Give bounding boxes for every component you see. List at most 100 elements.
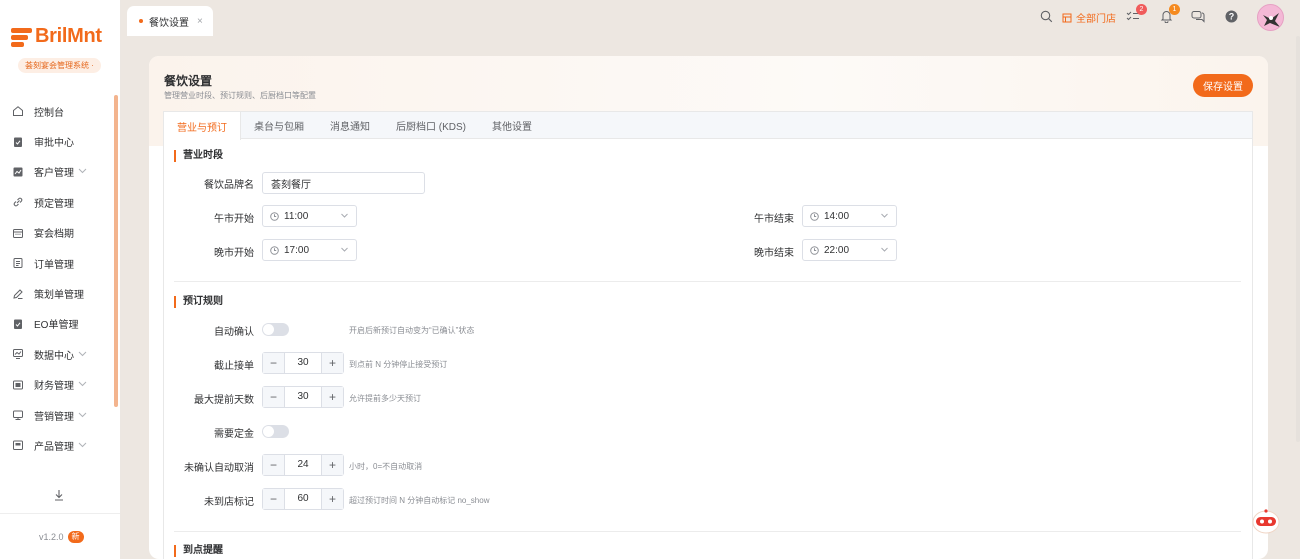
section-divider [174, 281, 1241, 282]
sidebar-item-schedule[interactable]: 宴会档期 [0, 218, 113, 248]
pen-icon [11, 287, 24, 300]
clock-icon [810, 211, 819, 221]
store-label: 全部门店 [1076, 14, 1116, 25]
sidebar: BrilMnt 荟刻宴会管理系统 · 控制台 审批中心 客户管理 预定管理 宴会… [0, 0, 121, 559]
increment-button[interactable]: + [321, 353, 343, 373]
page-scrollbar[interactable] [1296, 36, 1300, 442]
sidebar-item-customers[interactable]: 客户管理 [0, 157, 113, 187]
sidebar-item-label: EO单管理 [34, 320, 79, 332]
sidebar-scrollbar[interactable] [114, 95, 118, 407]
chevron-down-icon [880, 211, 889, 220]
assistant-bot-icon[interactable] [1250, 507, 1282, 535]
chevron-down-icon [340, 211, 349, 220]
max-days-stepper[interactable]: − 30 + [262, 386, 344, 408]
lunch-start-value: 11:00 [284, 210, 309, 222]
decrement-button[interactable]: − [263, 353, 285, 373]
lunch-start-label: 午市开始 [214, 214, 254, 225]
sidebar-item-approval[interactable]: 审批中心 [0, 126, 113, 156]
chevron-down-icon [78, 440, 87, 451]
sidebar-item-label: 宴会档期 [34, 229, 74, 241]
page-title: 餐饮设置 [164, 74, 213, 88]
link-icon [11, 196, 24, 209]
sidebar-item-reservations[interactable]: 预定管理 [0, 187, 113, 217]
auto-cancel-value[interactable]: 24 [285, 455, 321, 475]
increment-button[interactable]: + [321, 489, 343, 509]
tab-business-booking[interactable]: 营业与预订 [164, 112, 241, 140]
lunch-end-picker[interactable]: 14:00 [802, 205, 897, 227]
tab-catering-settings[interactable]: 餐饮设置 × [127, 6, 213, 36]
max-days-value[interactable]: 30 [285, 387, 321, 407]
active-dot-icon [139, 19, 143, 23]
brand-logo[interactable]: BrilMnt [11, 25, 102, 48]
lunch-start-picker[interactable]: 11:00 [262, 205, 357, 227]
tab-other[interactable]: 其他设置 [479, 112, 545, 139]
chevron-down-icon [78, 379, 87, 390]
sidebar-divider [0, 513, 120, 514]
sidebar-item-orders[interactable]: 订单管理 [0, 248, 113, 278]
decrement-button[interactable]: − [263, 387, 285, 407]
task-count-badge: 2 [1136, 4, 1147, 15]
lunch-end-value: 14:00 [824, 210, 850, 222]
tab-notifications[interactable]: 消息通知 [317, 112, 383, 139]
no-show-stepper[interactable]: − 60 + [262, 488, 344, 510]
dinner-start-value: 17:00 [284, 244, 310, 256]
close-icon[interactable]: × [197, 16, 203, 27]
cutoff-value[interactable]: 30 [285, 353, 321, 373]
notify-count-badge: 1 [1169, 4, 1180, 15]
deposit-toggle[interactable] [262, 425, 289, 438]
auto-confirm-toggle[interactable] [262, 323, 289, 336]
decrement-button[interactable]: − [263, 489, 285, 509]
cutoff-stepper[interactable]: − 30 + [262, 352, 344, 374]
store-icon [1062, 13, 1072, 23]
increment-button[interactable]: + [321, 455, 343, 475]
cutoff-hint: 到点前 N 分钟停止接受预订 [349, 360, 448, 369]
auto-cancel-label: 未确认自动取消 [184, 463, 254, 474]
clipboard-check-icon [11, 135, 24, 148]
deposit-label: 需要定金 [214, 429, 254, 440]
sidebar-item-data-center[interactable]: 数据中心 [0, 339, 113, 369]
bell-icon[interactable]: 1 [1158, 4, 1180, 24]
sidebar-item-marketing[interactable]: 营销管理 [0, 400, 113, 430]
save-settings-button[interactable]: 保存设置 [1193, 74, 1253, 97]
chart-board-icon [11, 348, 24, 361]
sidebar-item-label: 控制台 [34, 107, 64, 119]
chevron-down-icon [340, 245, 349, 254]
sidebar-item-finance[interactable]: 财务管理 [0, 370, 113, 400]
sidebar-item-label: 营销管理 [34, 411, 74, 423]
sidebar-item-planning[interactable]: 策划单管理 [0, 278, 113, 308]
clock-icon [810, 245, 819, 255]
clock-icon [270, 245, 279, 255]
dinner-end-picker[interactable]: 22:00 [802, 239, 897, 261]
no-show-label: 未到店标记 [204, 497, 254, 508]
sidebar-item-label: 财务管理 [34, 381, 74, 393]
chat-icon[interactable] [1190, 8, 1206, 24]
dinner-start-picker[interactable]: 17:00 [262, 239, 357, 261]
no-show-value[interactable]: 60 [285, 489, 321, 509]
decrement-button[interactable]: − [263, 455, 285, 475]
chevron-down-icon [880, 245, 889, 254]
download-icon[interactable] [52, 488, 66, 502]
clock-icon [270, 211, 279, 221]
store-selector[interactable]: 全部门店 [1062, 10, 1116, 25]
increment-button[interactable]: + [321, 387, 343, 407]
section-title-arrival-reminder: 到点提醒 [174, 545, 223, 557]
max-days-label: 最大提前天数 [194, 395, 254, 406]
dinner-end-value: 22:00 [824, 244, 850, 256]
auto-cancel-hint: 小时，0=不自动取消 [349, 462, 423, 471]
sidebar-item-products[interactable]: 产品管理 [0, 430, 113, 460]
brand-name-input[interactable]: 荟刻餐厅 [262, 172, 425, 194]
section-divider [174, 531, 1241, 532]
auto-cancel-stepper[interactable]: − 24 + [262, 454, 344, 476]
svg-text:?: ? [1228, 11, 1234, 21]
tab-tables-rooms[interactable]: 桌台与包厢 [241, 112, 317, 139]
sidebar-item-label: 数据中心 [34, 350, 74, 362]
sidebar-item-dashboard[interactable]: 控制台 [0, 96, 113, 126]
help-icon[interactable]: ? [1223, 8, 1239, 24]
dinner-end-label: 晚市结束 [754, 248, 794, 259]
task-list-icon[interactable]: 2 [1125, 4, 1147, 24]
search-icon[interactable] [1038, 8, 1054, 24]
avatar[interactable] [1257, 4, 1284, 31]
tab-kds[interactable]: 后厨档口 (KDS) [383, 112, 479, 139]
sidebar-item-eo[interactable]: EO单管理 [0, 309, 113, 339]
sidebar-item-label: 策划单管理 [34, 290, 84, 302]
